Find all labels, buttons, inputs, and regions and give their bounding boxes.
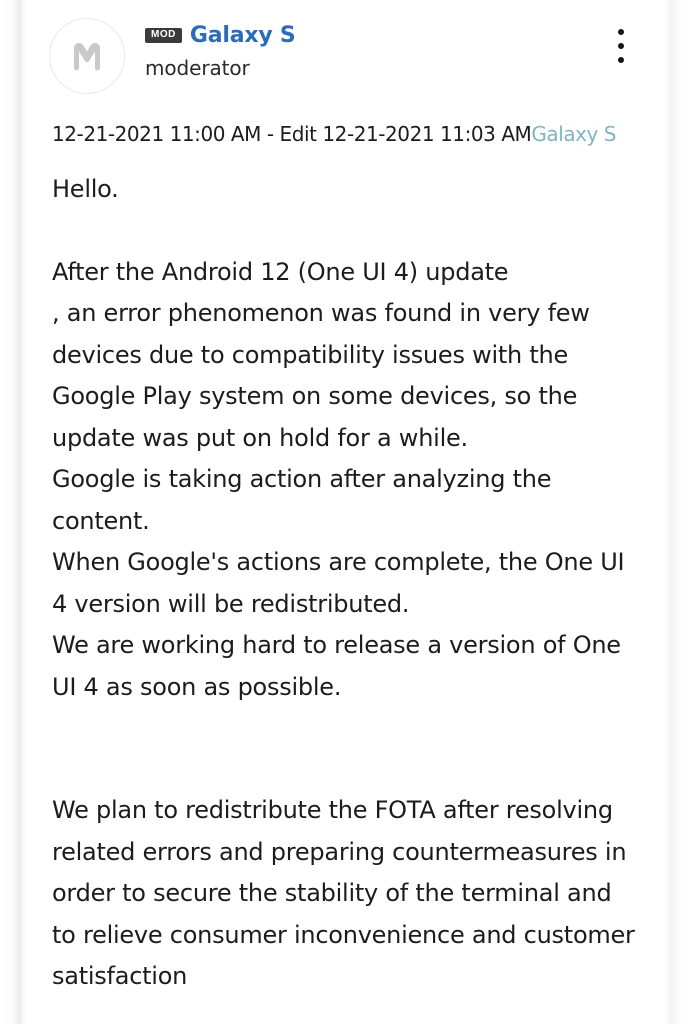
page-left-edge-shadow (0, 0, 26, 1024)
kebab-menu-icon[interactable] (608, 26, 634, 66)
post-greeting: Hello. (52, 175, 119, 203)
avatar[interactable] (49, 18, 125, 94)
kebab-dot-1 (618, 29, 624, 35)
author-role-label: moderator (145, 56, 250, 80)
board-name-link[interactable]: Galaxy S (190, 25, 296, 47)
post-paragraph-2: We plan to redistribute the FOTA after r… (52, 796, 643, 990)
kebab-dot-3 (618, 57, 624, 63)
paragraph-spacer-2 (52, 708, 642, 790)
post-header: MOD Galaxy S moderator (26, 0, 664, 100)
post-meta-line: 12-21-2021 11:00 AM - Edit 12-21-2021 11… (26, 122, 664, 147)
post-board-link[interactable]: Galaxy S (531, 122, 616, 146)
page-right-edge-shadow (664, 0, 690, 1024)
post-timestamp: 12-21-2021 11:00 AM - Edit 12-21-2021 11… (52, 122, 532, 146)
post-card: MOD Galaxy S moderator 12-21-2021 11:00 … (26, 0, 664, 1024)
post-page: MOD Galaxy S moderator 12-21-2021 11:00 … (0, 0, 690, 1024)
author-name-row: MOD Galaxy S (145, 25, 664, 47)
kebab-dot-2 (618, 43, 624, 49)
post-body: Hello. After the Android 12 (One UI 4) u… (26, 169, 664, 998)
moderator-m-avatar-icon (66, 35, 108, 77)
post-paragraph-1: After the Android 12 (One UI 4) update ,… (52, 257, 625, 701)
paragraph-spacer-1 (52, 211, 642, 252)
post-author-block: MOD Galaxy S moderator (145, 16, 664, 80)
mod-badge: MOD (145, 27, 182, 43)
